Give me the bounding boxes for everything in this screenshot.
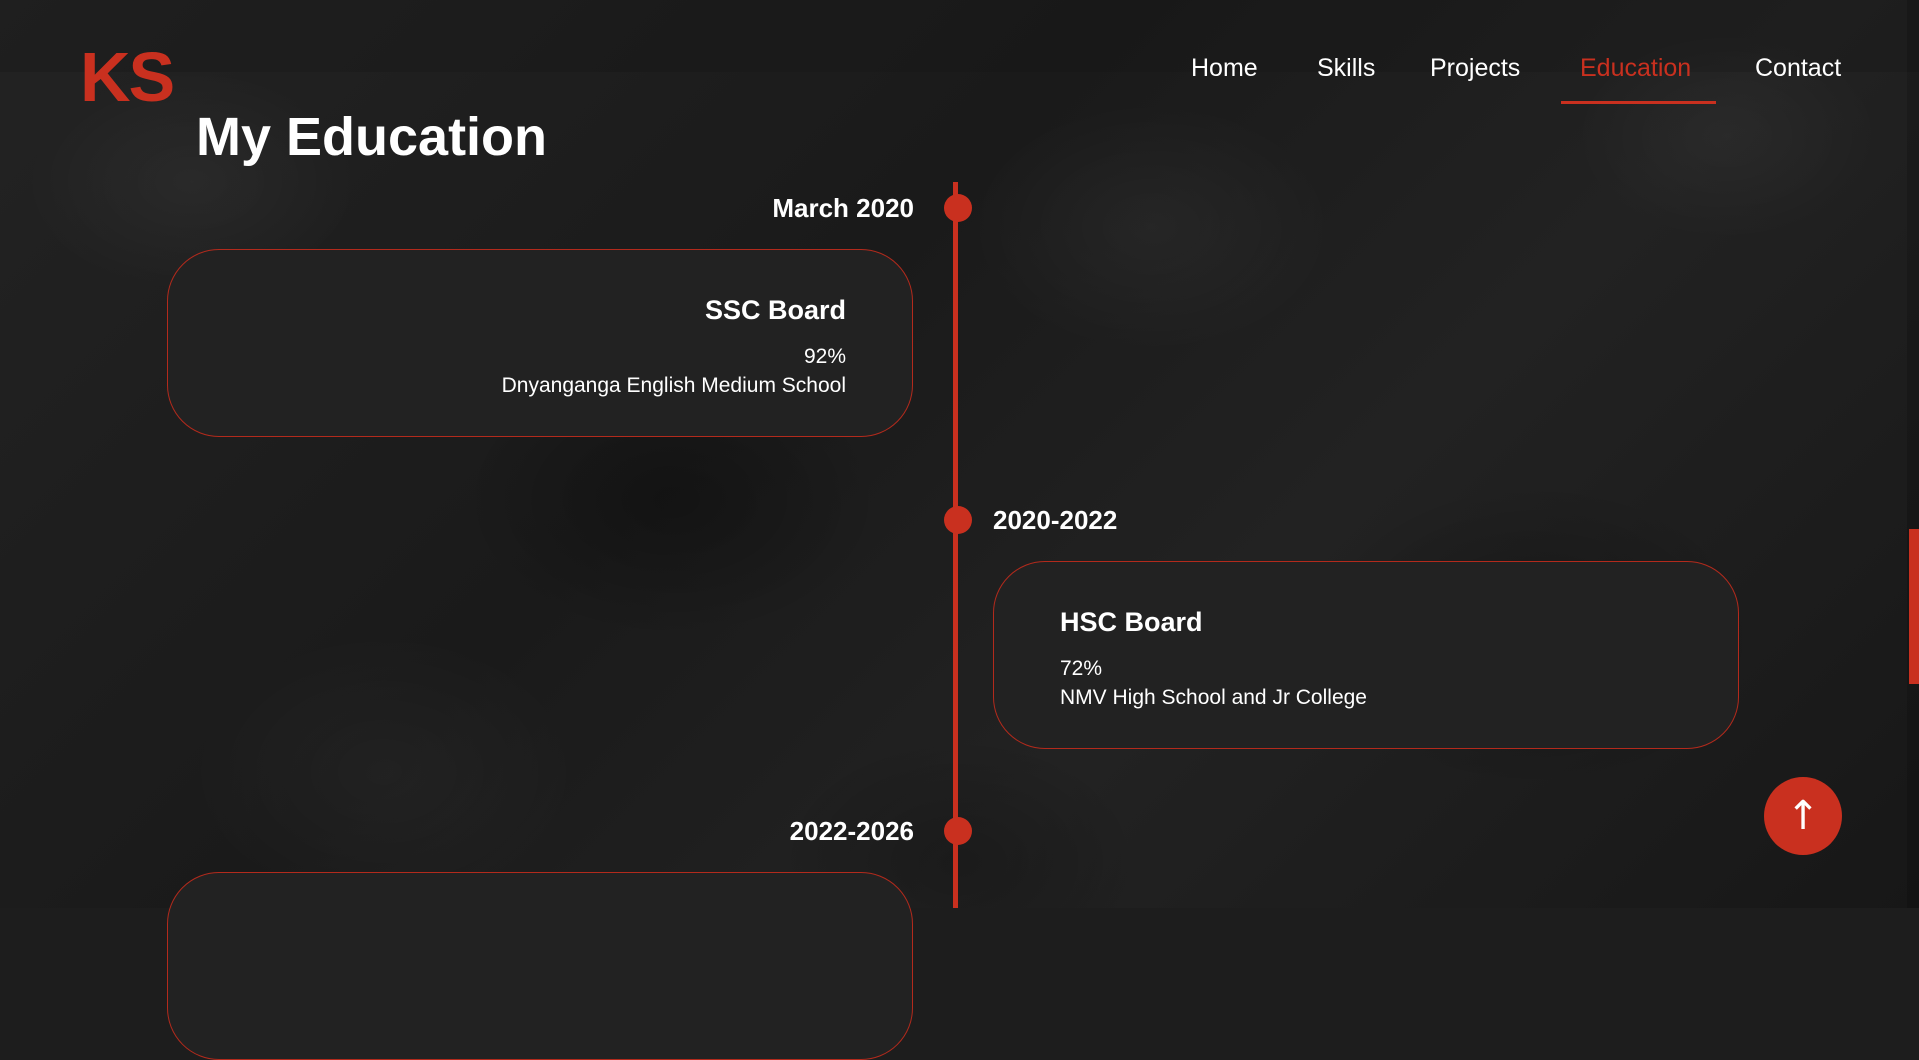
nav-contact[interactable]: Contact bbox=[1755, 56, 1841, 81]
nav-active-underline bbox=[1561, 101, 1716, 104]
card-title: HSC Board bbox=[1060, 607, 1203, 637]
timeline-dot bbox=[944, 194, 972, 222]
main-nav: Home Skills Projects Education Contact bbox=[0, 56, 1919, 106]
timeline-dot bbox=[944, 506, 972, 534]
card-score: 92% bbox=[803, 345, 846, 368]
education-card bbox=[167, 872, 913, 1060]
card-title: SSC Board bbox=[704, 295, 846, 325]
card-school: Dnyanganga English Medium School bbox=[501, 374, 846, 397]
card-school: NMV High School and Jr College bbox=[1060, 686, 1367, 709]
timeline-date: 2022-2026 bbox=[789, 816, 914, 846]
timeline-date: 2020-2022 bbox=[993, 505, 1118, 535]
nav-projects[interactable]: Projects bbox=[1430, 56, 1520, 81]
education-card: SSC Board 92% Dnyanganga English Medium … bbox=[167, 249, 913, 437]
card-score: 72% bbox=[1060, 657, 1103, 680]
education-card: HSC Board 72% NMV High School and Jr Col… bbox=[993, 561, 1739, 749]
arrow-up-icon: ↑ bbox=[1786, 793, 1820, 839]
nav-education[interactable]: Education bbox=[1580, 56, 1691, 81]
scroll-to-top-button[interactable]: ↑ bbox=[1764, 777, 1842, 855]
nav-skills[interactable]: Skills bbox=[1317, 56, 1375, 81]
timeline-line bbox=[953, 182, 958, 908]
scrollbar-track[interactable] bbox=[1907, 0, 1919, 908]
nav-home[interactable]: Home bbox=[1191, 56, 1258, 81]
timeline-dot bbox=[944, 817, 972, 845]
page-title: My Education bbox=[196, 107, 548, 167]
timeline-date: March 2020 bbox=[772, 193, 914, 223]
scrollbar-thumb[interactable] bbox=[1909, 529, 1919, 684]
